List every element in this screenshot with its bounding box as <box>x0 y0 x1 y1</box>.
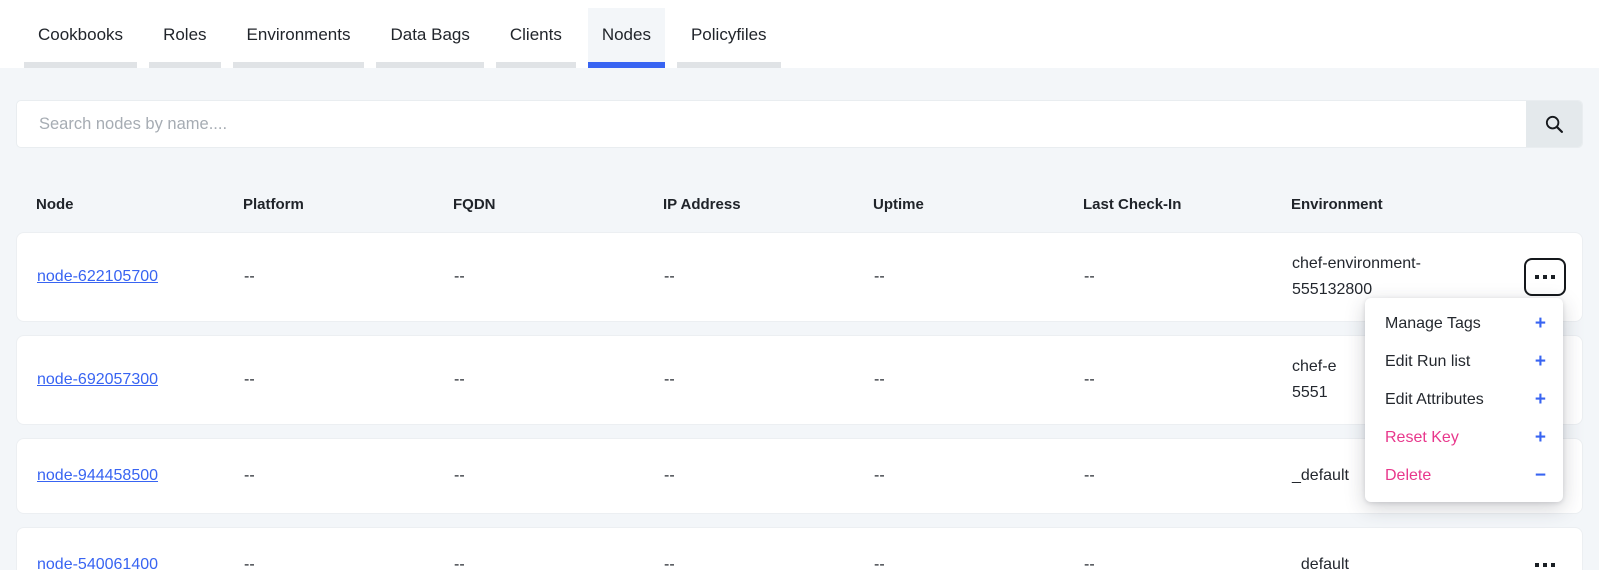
tab-label: Policyfiles <box>691 25 767 45</box>
ellipsis-icon <box>1535 275 1555 279</box>
node-search-bar <box>16 100 1583 148</box>
column-header-uptime: Uptime <box>873 196 1083 214</box>
table-row: node-622105700 -- -- -- -- -- chef-envir… <box>16 232 1583 322</box>
uptime-value: -- <box>874 368 1084 392</box>
node-name-link[interactable]: node-540061400 <box>37 556 158 570</box>
ip-address-value: -- <box>664 265 874 289</box>
nodes-page: Node Platform FQDN IP Address Uptime Las… <box>0 100 1599 570</box>
platform-value: -- <box>244 464 454 488</box>
column-header-environment: Environment <box>1291 196 1521 214</box>
last-check-in-value: -- <box>1084 265 1292 289</box>
nodes-table-body: node-622105700 -- -- -- -- -- chef-envir… <box>16 232 1583 570</box>
menu-item-manage-tags[interactable]: Manage Tags + <box>1365 305 1563 343</box>
plus-icon: + <box>1535 351 1546 373</box>
table-row: node-692057300 -- -- -- -- -- chef-e 555… <box>16 335 1583 425</box>
search-input[interactable] <box>17 101 1526 147</box>
tab-roles[interactable]: Roles <box>149 8 220 68</box>
ip-address-value: -- <box>664 553 874 570</box>
row-actions-button[interactable] <box>1524 258 1566 296</box>
menu-item-label: Reset Key <box>1385 427 1459 449</box>
environment-value: chef-environment- 555132800 <box>1292 251 1520 303</box>
plus-icon: + <box>1535 427 1546 449</box>
column-header-fqdn: FQDN <box>453 196 663 214</box>
menu-item-label: Manage Tags <box>1385 313 1481 335</box>
fqdn-value: -- <box>454 553 664 570</box>
fqdn-value: -- <box>454 368 664 392</box>
column-header-last-check-in: Last Check-In <box>1083 196 1291 214</box>
node-name-link[interactable]: node-622105700 <box>37 268 158 285</box>
tab-label: Data Bags <box>390 25 469 45</box>
platform-value: -- <box>244 368 454 392</box>
tab-label: Clients <box>510 25 562 45</box>
ellipsis-icon <box>1535 563 1555 567</box>
search-icon <box>1543 113 1565 135</box>
tab-environments[interactable]: Environments <box>233 8 365 68</box>
menu-item-edit-attributes[interactable]: Edit Attributes + <box>1365 381 1563 419</box>
uptime-value: -- <box>874 265 1084 289</box>
tab-label: Nodes <box>602 25 651 45</box>
menu-item-label: Delete <box>1385 465 1431 487</box>
minus-icon: − <box>1535 465 1546 487</box>
ip-address-value: -- <box>664 464 874 488</box>
tab-data-bags[interactable]: Data Bags <box>376 8 483 68</box>
nodes-table-header: Node Platform FQDN IP Address Uptime Las… <box>16 176 1583 232</box>
tab-clients[interactable]: Clients <box>496 8 576 68</box>
platform-value: -- <box>244 553 454 570</box>
tab-policyfiles[interactable]: Policyfiles <box>677 8 781 68</box>
fqdn-value: -- <box>454 464 664 488</box>
last-check-in-value: -- <box>1084 464 1292 488</box>
row-actions-menu: Manage Tags + Edit Run list + Edit Attri… <box>1365 298 1563 502</box>
tab-label: Cookbooks <box>38 25 123 45</box>
object-type-tabs: Cookbooks Roles Environments Data Bags C… <box>24 8 1599 68</box>
environment-line: _default <box>1292 552 1520 570</box>
column-header-node: Node <box>36 196 243 214</box>
last-check-in-value: -- <box>1084 368 1292 392</box>
last-check-in-value: -- <box>1084 553 1292 570</box>
plus-icon: + <box>1535 313 1546 335</box>
plus-icon: + <box>1535 389 1546 411</box>
row-actions-button[interactable] <box>1524 546 1566 570</box>
uptime-value: -- <box>874 553 1084 570</box>
table-row: node-540061400 -- -- -- -- -- _default <box>16 527 1583 570</box>
menu-item-edit-run-list[interactable]: Edit Run list + <box>1365 343 1563 381</box>
tab-label: Roles <box>163 25 206 45</box>
menu-item-label: Edit Attributes <box>1385 389 1484 411</box>
node-name-link[interactable]: node-944458500 <box>37 467 158 484</box>
tab-label: Environments <box>247 25 351 45</box>
menu-item-delete[interactable]: Delete − <box>1365 457 1563 495</box>
platform-value: -- <box>244 265 454 289</box>
tab-cookbooks[interactable]: Cookbooks <box>24 8 137 68</box>
menu-item-reset-key[interactable]: Reset Key + <box>1365 419 1563 457</box>
node-name-link[interactable]: node-692057300 <box>37 371 158 388</box>
fqdn-value: -- <box>454 265 664 289</box>
ip-address-value: -- <box>664 368 874 392</box>
menu-item-label: Edit Run list <box>1385 351 1470 373</box>
search-button[interactable] <box>1526 101 1582 147</box>
environment-line: chef-environment- <box>1292 251 1520 277</box>
top-tab-bar: Cookbooks Roles Environments Data Bags C… <box>0 0 1599 68</box>
environment-value: _default <box>1292 552 1520 570</box>
tab-nodes[interactable]: Nodes <box>588 8 665 68</box>
column-header-ip-address: IP Address <box>663 196 873 214</box>
table-row: node-944458500 -- -- -- -- -- _default <box>16 438 1583 514</box>
column-header-platform: Platform <box>243 196 453 214</box>
uptime-value: -- <box>874 464 1084 488</box>
